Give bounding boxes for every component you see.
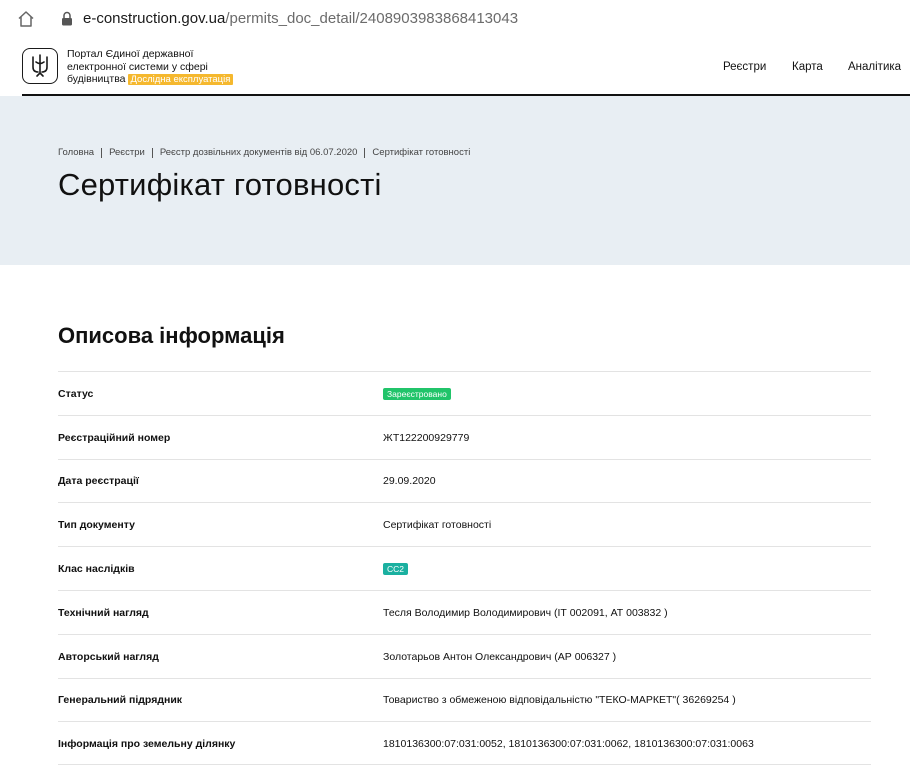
breadcrumb-registries[interactable]: Реєстри [109,147,145,158]
site-header: Портал Єдиної державної електронної сист… [0,38,910,96]
row-value: ЖТ122200929779 [383,431,470,444]
lock-icon [62,11,72,26]
table-row: Дата реєстрації 29.09.2020 [58,458,871,503]
portal-name-line-1: Портал Єдиної державної [67,48,194,60]
row-value: 1810136300:07:031:0052, 1810136300:07:03… [383,738,754,751]
url-field[interactable]: e-construction.gov.ua/permits_doc_detail… [83,9,518,29]
page-title: Сертифікат готовності [58,167,382,202]
breadcrumb-current: Сертифікат готовності [372,147,471,158]
row-label: Дата реєстрації [58,475,139,488]
table-row: Авторський нагляд Золотарьов Антон Олекс… [58,633,871,678]
table-row: Клас наслідків СС2 [58,546,871,590]
row-value: 29.09.2020 [383,475,436,488]
breadcrumb-separator [101,147,103,158]
row-label: Генеральний підрядник [58,694,183,707]
row-label: Авторський нагляд [58,650,159,663]
table-row: Генеральний підрядник Товариство з обмеж… [58,677,871,722]
url-path: /permits_doc_detail/2408903983868413043 [225,10,519,27]
row-label: Клас наслідків [58,563,135,576]
row-label: Реєстраційний номер [58,431,171,444]
trident-icon [32,54,48,77]
table-row: Інформація про земельну ділянку 18101363… [58,721,871,766]
breadcrumb-separator [364,147,366,158]
breadcrumb-separator [151,147,153,158]
browser-address-bar: e-construction.gov.ua/permits_doc_detail… [0,0,910,38]
logo[interactable] [22,48,58,84]
beta-badge: Дослідна експлуатація [127,74,234,85]
portal-name[interactable]: Портал Єдиної державної електронної сист… [67,48,267,86]
breadcrumb-home[interactable]: Головна [58,147,94,158]
page-hero: Головна Реєстри Реєстр дозвільних докуме… [0,96,910,265]
row-label: Статус [58,387,94,400]
home-icon[interactable] [16,9,36,29]
row-label: Технічний нагляд [58,606,149,619]
status-badge: Зареєстровано [383,387,451,400]
table-row: Тип документу Сертифікат готовності [58,502,871,546]
table-row: Статус Зареєстровано [58,371,871,415]
nav-analytics[interactable]: Аналітика [848,61,901,73]
breadcrumb: Головна Реєстри Реєстр дозвільних докуме… [58,147,470,158]
portal-name-line-3: будівництва [67,73,126,85]
row-value: Товариство з обмеженою відповідальністю … [383,694,736,707]
url-host: e-construction.gov.ua [83,10,226,27]
nav-map[interactable]: Карта [792,61,823,73]
portal-name-line-2: електронної системи у сфері [67,60,208,73]
row-label: Інформація про земельну ділянку [58,738,236,751]
breadcrumb-permit-registry[interactable]: Реєстр дозвільних документів від 06.07.2… [160,147,358,158]
section-title: Описова інформація [58,323,285,348]
row-label: Тип документу [58,519,135,532]
table-row: Реєстраційний номер ЖТ122200929779 [58,414,871,459]
nav-registries[interactable]: Реєстри [723,61,766,73]
table-row: Технічний нагляд Тесля Володимир Володим… [58,589,871,634]
info-table: Статус Зареєстровано Реєстраційний номер… [58,371,871,766]
row-value: Тесля Володимир Володимирович (ІТ 002091… [383,606,668,619]
row-value: Сертифікат готовності [383,519,492,532]
row-value: Золотарьов Антон Олександрович (АР 00632… [383,650,617,663]
class-badge: СС2 [383,563,409,576]
